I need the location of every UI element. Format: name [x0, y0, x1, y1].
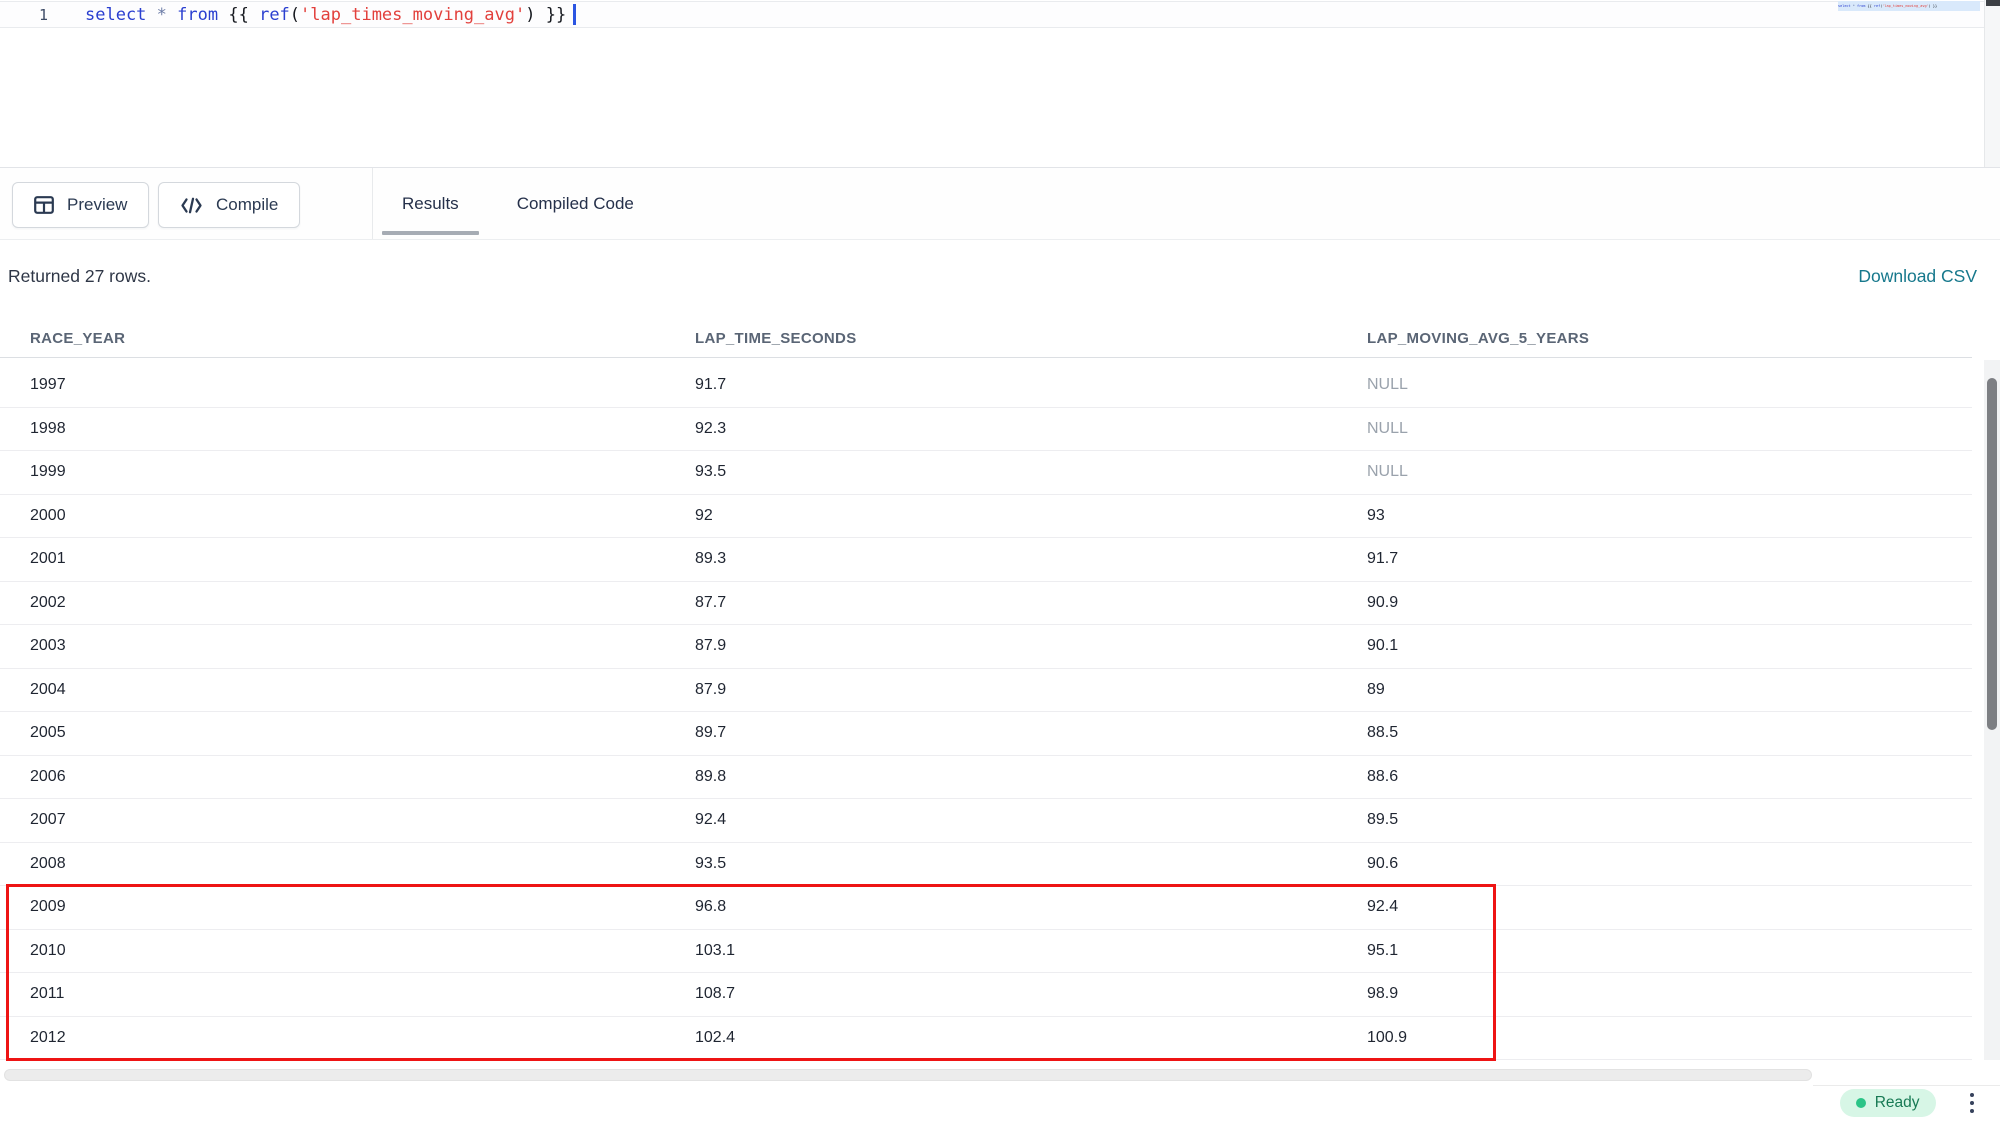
table-row: 200387.990.1 — [0, 625, 1972, 669]
table-row: 2012102.4100.9 — [0, 1017, 1972, 1061]
results-table: RACE_YEARLAP_TIME_SECONDSLAP_MOVING_AVG_… — [0, 320, 1972, 1060]
cell: 2005 — [0, 724, 665, 742]
table-row: 199892.3NULL — [0, 408, 1972, 452]
cell: 88.6 — [1337, 768, 1972, 786]
cell: 93 — [1337, 507, 1972, 525]
cell: 2006 — [0, 768, 665, 786]
status-badge[interactable]: Ready — [1840, 1089, 1936, 1117]
cell: 89.5 — [1337, 811, 1972, 829]
cell: 92.4 — [665, 811, 1337, 829]
cell: 2004 — [0, 681, 665, 699]
horizontal-scrollbar[interactable] — [4, 1069, 1812, 1081]
cell: 87.9 — [665, 681, 1337, 699]
row-count-summary: Returned 27 rows. — [8, 266, 151, 287]
cell: 2012 — [0, 1029, 665, 1047]
download-csv-link[interactable]: Download CSV — [1858, 266, 1977, 287]
cell: 1998 — [0, 420, 665, 438]
table-grid-icon — [34, 196, 54, 214]
table-header-row: RACE_YEARLAP_TIME_SECONDSLAP_MOVING_AVG_… — [0, 320, 1972, 358]
cell: NULL — [1337, 376, 1972, 394]
cell: 90.6 — [1337, 855, 1972, 873]
cell: 98.9 — [1337, 985, 1972, 1003]
editor-scrollbar[interactable] — [1984, 0, 2000, 167]
cell: 2010 — [0, 942, 665, 960]
results-toolbar: Preview Compile ResultsCompiled Code — [0, 167, 2000, 240]
kebab-menu-icon[interactable] — [1967, 1090, 1978, 1117]
cell: 108.7 — [665, 985, 1337, 1003]
active-code-line[interactable]: 1 select * from {{ ref('lap_times_moving… — [0, 1, 1984, 28]
results-scrollbar[interactable] — [1984, 360, 2000, 1060]
cell: 92.4 — [1337, 898, 1972, 916]
results-scrollbar-thumb[interactable] — [1987, 378, 1997, 730]
compile-button[interactable]: Compile — [158, 182, 300, 228]
sql-editor[interactable]: 1 select * from {{ ref('lap_times_moving… — [0, 0, 2000, 167]
cell: 89.8 — [665, 768, 1337, 786]
table-row: 199993.5NULL — [0, 451, 1972, 495]
preview-button-label: Preview — [67, 195, 127, 215]
tab-results[interactable]: Results — [373, 168, 488, 239]
cell: 92.3 — [665, 420, 1337, 438]
tab-compiled-code[interactable]: Compiled Code — [488, 168, 663, 239]
cell: 2008 — [0, 855, 665, 873]
cell: 96.8 — [665, 898, 1337, 916]
editor-scrollbar-thumb[interactable] — [1986, 0, 2000, 6]
table-row: 200487.989 — [0, 669, 1972, 713]
code-line[interactable]: select * from {{ ref('lap_times_moving_a… — [85, 4, 576, 25]
result-tabs: ResultsCompiled Code — [373, 168, 663, 239]
cell: 103.1 — [665, 942, 1337, 960]
column-header: LAP_TIME_SECONDS — [665, 330, 1337, 347]
cell: 95.1 — [1337, 942, 1972, 960]
cell: 2007 — [0, 811, 665, 829]
table-row: 200893.590.6 — [0, 843, 1972, 887]
cell: 2009 — [0, 898, 665, 916]
cell: 2011 — [0, 985, 665, 1003]
table-row: 20009293 — [0, 495, 1972, 539]
line-number: 1 — [0, 6, 48, 24]
cell: 89.3 — [665, 550, 1337, 568]
cell: 93.5 — [665, 463, 1337, 481]
table-body: 199791.7NULL199892.3NULL199993.5NULL2000… — [0, 364, 1972, 1060]
cell: 2000 — [0, 507, 665, 525]
cell: 1997 — [0, 376, 665, 394]
column-header: LAP_MOVING_AVG_5_YEARS — [1337, 330, 1972, 347]
preview-button[interactable]: Preview — [12, 182, 149, 228]
compile-button-label: Compile — [216, 195, 278, 215]
cell: 89 — [1337, 681, 1972, 699]
cell: 92 — [665, 507, 1337, 525]
cell: NULL — [1337, 420, 1972, 438]
cell: 93.5 — [665, 855, 1337, 873]
cell: 90.1 — [1337, 637, 1972, 655]
table-row: 199791.7NULL — [0, 364, 1972, 408]
status-label: Ready — [1875, 1094, 1920, 1112]
table-row: 2011108.798.9 — [0, 973, 1972, 1017]
table-row: 200792.489.5 — [0, 799, 1972, 843]
table-row: 200287.790.9 — [0, 582, 1972, 626]
cell: NULL — [1337, 463, 1972, 481]
cell: 88.5 — [1337, 724, 1972, 742]
table-row: 200189.391.7 — [0, 538, 1972, 582]
text-cursor — [573, 4, 576, 25]
status-bar: Ready — [0, 1082, 2000, 1124]
editor-minimap[interactable]: select * from {{ ref('lap_times_moving_a… — [1838, 1, 1980, 11]
cell: 100.9 — [1337, 1029, 1972, 1047]
cell: 87.9 — [665, 637, 1337, 655]
cell: 102.4 — [665, 1029, 1337, 1047]
cell: 2002 — [0, 594, 665, 612]
cell: 2003 — [0, 637, 665, 655]
table-row: 200589.788.5 — [0, 712, 1972, 756]
column-header: RACE_YEAR — [0, 330, 665, 347]
cell: 91.7 — [1337, 550, 1972, 568]
table-row: 2010103.195.1 — [0, 930, 1972, 974]
cell: 87.7 — [665, 594, 1337, 612]
code-icon — [180, 197, 203, 214]
table-row: 200689.888.6 — [0, 756, 1972, 800]
cell: 2001 — [0, 550, 665, 568]
status-dot-icon — [1856, 1098, 1866, 1108]
cell: 91.7 — [665, 376, 1337, 394]
cell: 90.9 — [1337, 594, 1972, 612]
cell: 1999 — [0, 463, 665, 481]
cell: 89.7 — [665, 724, 1337, 742]
table-row: 200996.892.4 — [0, 886, 1972, 930]
